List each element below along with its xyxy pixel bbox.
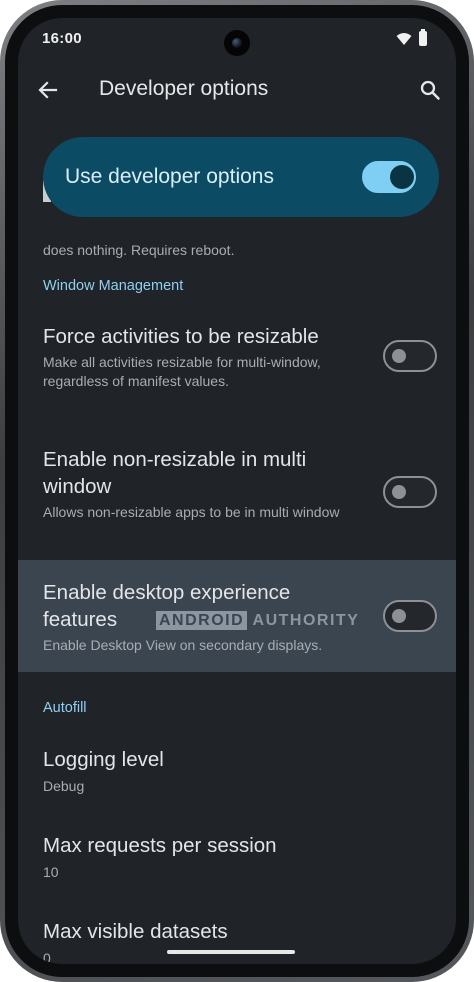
pref-summary: 10 [43,864,59,880]
pref-force-resizable[interactable]: Force activities to be resizable Make al… [18,318,456,412]
status-bar: 16:00 [18,18,456,62]
switch-thumb [392,485,406,499]
watermark-boxed-text: ANDROID [156,611,248,630]
pref-summary: Allows non-resizable apps to be in multi… [43,504,340,520]
battery-icon [419,29,427,46]
desktop-experience-switch[interactable] [383,600,437,632]
force-resizable-switch[interactable] [383,340,437,372]
hidden-preference-summary: does nothing. Requires reboot. [43,242,235,258]
pref-max-requests[interactable]: Max requests per session 10 [18,824,456,894]
screen: 16:00 Developer options does nothing. Re… [18,18,456,964]
pref-summary: Make all activities resizable for multi-… [43,354,321,389]
switch-thumb [392,349,406,363]
non-resizable-multi-window-switch[interactable] [383,476,437,508]
front-camera [224,30,250,56]
pref-max-visible-datasets[interactable]: Max visible datasets 0 [18,910,456,964]
pref-title: Max requests per session [43,834,277,857]
watermark: ANDROID AUTHORITY [156,611,360,630]
pref-title: Enable non-resizable in multi window [43,448,307,498]
app-bar: Developer options [18,62,456,118]
page-title: Developer options [99,77,269,100]
switch-thumb [392,609,406,623]
pref-logging-level[interactable]: Logging level Debug [18,738,456,808]
pref-summary: Enable Desktop View on secondary display… [43,637,323,653]
status-time: 16:00 [42,30,82,47]
gesture-navigation-bar[interactable] [167,950,295,954]
pref-desktop-experience[interactable]: Enable desktop experience features Enabl… [18,560,456,672]
section-header-autofill: Autofill [43,700,87,716]
pref-title: Force activities to be resizable [43,325,319,348]
use-developer-options-switch[interactable] [362,161,416,193]
pref-title: Max visible datasets [43,920,228,943]
switch-thumb [390,165,414,189]
pref-summary: Debug [43,778,85,794]
section-header-window-management: Window Management [43,278,184,294]
pref-non-resizable-multi-window[interactable]: Enable non-resizable in multi window All… [18,436,456,546]
use-developer-options-card[interactable]: Use developer options [43,137,439,217]
wifi-icon [396,33,412,45]
watermark-text: AUTHORITY [252,612,360,629]
use-developer-options-label: Use developer options [65,165,274,188]
arrow-left-icon[interactable] [36,78,60,102]
pref-title: Logging level [43,748,164,771]
search-icon[interactable] [418,78,442,102]
